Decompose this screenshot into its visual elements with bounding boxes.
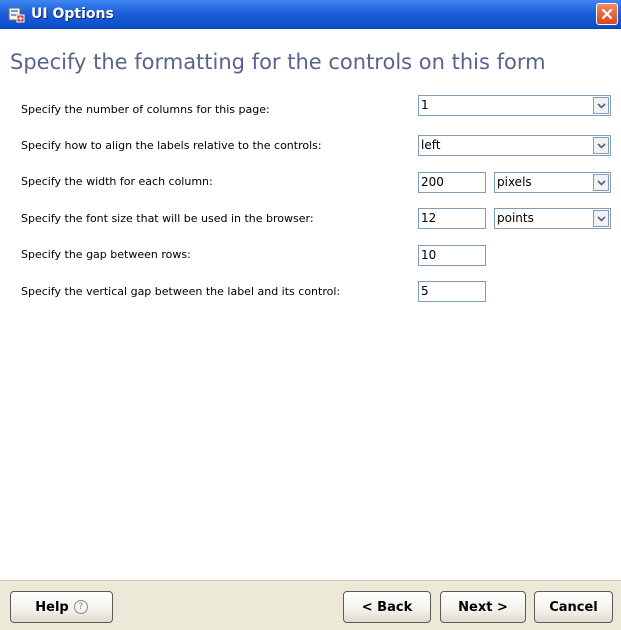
chevron-down-icon[interactable] — [593, 97, 609, 114]
cancel-button[interactable]: Cancel — [534, 591, 613, 623]
width-input[interactable]: 200 — [418, 172, 486, 193]
chevron-down-icon[interactable] — [593, 210, 609, 227]
align-select[interactable]: left — [418, 135, 611, 156]
vertical-gap-input[interactable]: 5 — [418, 281, 486, 302]
columns-label: Specify the number of columns for this p… — [21, 103, 270, 116]
close-icon — [601, 5, 613, 24]
window-title: UI Options — [31, 6, 114, 22]
width-label: Specify the width for each column: — [21, 175, 213, 188]
font-size-value: 12 — [421, 211, 437, 225]
help-button[interactable]: Help ? — [10, 591, 113, 623]
next-label: Next > — [458, 599, 508, 615]
back-button[interactable]: < Back — [343, 591, 431, 623]
width-unit-select[interactable]: pixels — [494, 172, 611, 193]
cancel-label: Cancel — [549, 599, 598, 615]
align-label: Specify how to align the labels relative… — [21, 139, 322, 152]
width-unit-value: pixels — [497, 175, 532, 189]
row-gap-input[interactable]: 10 — [418, 245, 486, 266]
vertical-gap-value: 5 — [421, 284, 429, 298]
ui-options-dialog: UI Options Specify the formatting for th… — [0, 0, 621, 630]
font-size-unit-select[interactable]: points — [494, 208, 611, 229]
close-button[interactable] — [596, 3, 618, 25]
question-circle-icon: ? — [73, 600, 88, 614]
font-size-unit-value: points — [497, 211, 534, 225]
vertical-gap-label: Specify the vertical gap between the lab… — [21, 285, 341, 298]
row-gap-value: 10 — [421, 248, 437, 262]
width-value: 200 — [421, 175, 444, 189]
back-label: < Back — [361, 599, 413, 615]
columns-select[interactable]: 1 — [418, 95, 611, 116]
font-size-input[interactable]: 12 — [418, 208, 486, 229]
title-bar[interactable]: UI Options — [0, 0, 621, 29]
columns-value: 1 — [421, 98, 429, 112]
page-heading: Specify the formatting for the controls … — [10, 50, 546, 74]
chevron-down-icon[interactable] — [593, 137, 609, 154]
font-size-label: Specify the font size that will be used … — [21, 212, 314, 225]
row-gap-label: Specify the gap between rows: — [21, 248, 191, 261]
align-value: left — [421, 138, 441, 152]
chevron-down-icon[interactable] — [593, 174, 609, 191]
help-label: Help — [35, 599, 69, 615]
next-button[interactable]: Next > — [440, 591, 526, 623]
app-icon — [8, 6, 25, 23]
